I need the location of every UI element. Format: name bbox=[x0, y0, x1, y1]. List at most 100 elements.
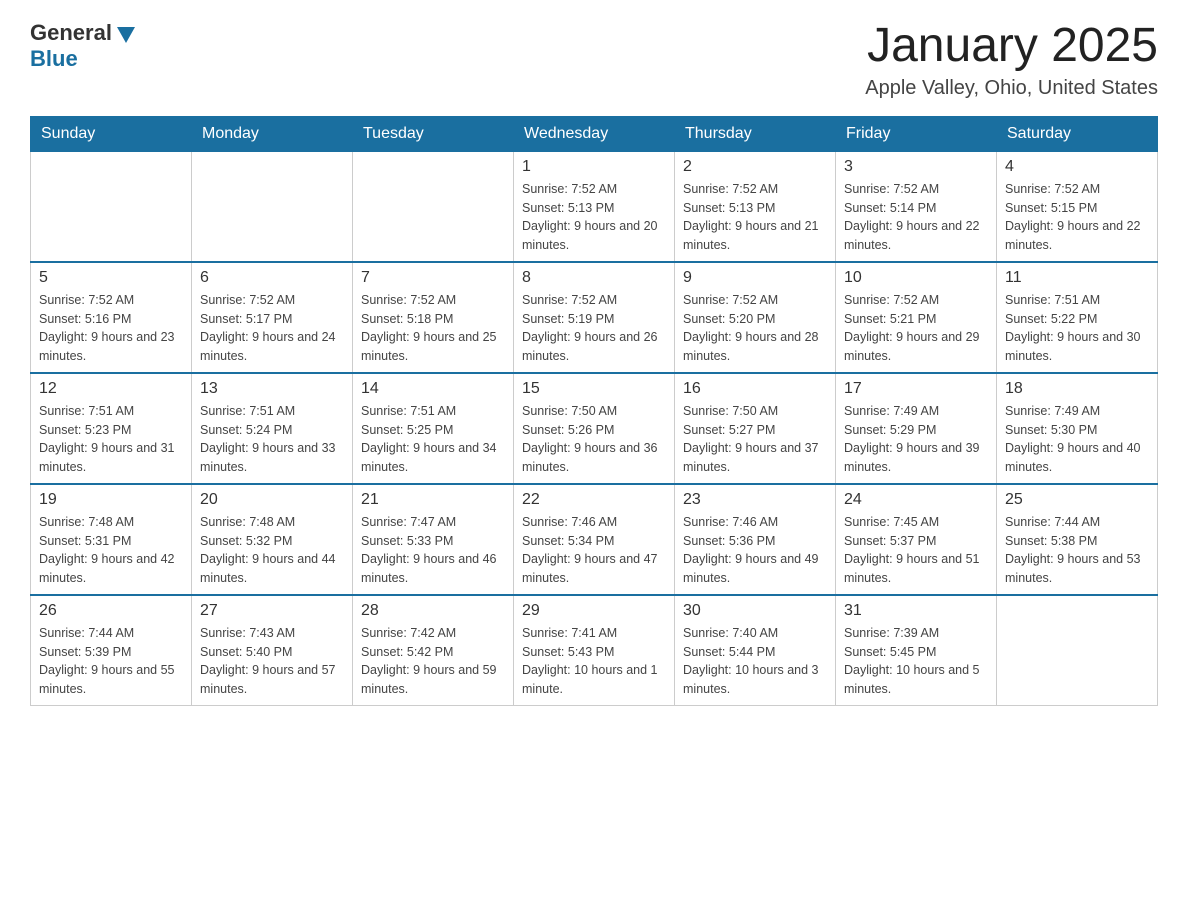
calendar-cell: 29 Sunrise: 7:41 AMSunset: 5:43 PMDayligh… bbox=[514, 595, 675, 706]
calendar-cell: 13 Sunrise: 7:51 AMSunset: 5:24 PMDayligh… bbox=[192, 373, 353, 484]
day-info: Sunrise: 7:48 AMSunset: 5:31 PMDaylight:… bbox=[39, 513, 183, 588]
day-info: Sunrise: 7:52 AMSunset: 5:19 PMDaylight:… bbox=[522, 291, 666, 366]
day-info: Sunrise: 7:49 AMSunset: 5:30 PMDaylight:… bbox=[1005, 402, 1149, 477]
calendar-week-row: 19 Sunrise: 7:48 AMSunset: 5:31 PMDayligh… bbox=[31, 484, 1158, 595]
day-number: 10 bbox=[844, 269, 988, 287]
calendar-cell: 3 Sunrise: 7:52 AMSunset: 5:14 PMDaylight… bbox=[836, 151, 997, 262]
calendar-cell: 8 Sunrise: 7:52 AMSunset: 5:19 PMDaylight… bbox=[514, 262, 675, 373]
calendar-header-saturday: Saturday bbox=[997, 116, 1158, 151]
calendar-week-row: 1 Sunrise: 7:52 AMSunset: 5:13 PMDaylight… bbox=[31, 151, 1158, 262]
day-info: Sunrise: 7:50 AMSunset: 5:27 PMDaylight:… bbox=[683, 402, 827, 477]
logo-general-text: General bbox=[30, 20, 112, 46]
day-info: Sunrise: 7:43 AMSunset: 5:40 PMDaylight:… bbox=[200, 624, 344, 699]
day-number: 31 bbox=[844, 602, 988, 620]
day-info: Sunrise: 7:52 AMSunset: 5:17 PMDaylight:… bbox=[200, 291, 344, 366]
day-number: 4 bbox=[1005, 158, 1149, 176]
calendar-cell bbox=[192, 151, 353, 262]
day-number: 24 bbox=[844, 491, 988, 509]
day-number: 27 bbox=[200, 602, 344, 620]
day-info: Sunrise: 7:48 AMSunset: 5:32 PMDaylight:… bbox=[200, 513, 344, 588]
day-number: 29 bbox=[522, 602, 666, 620]
page-header: General Blue January 2025 Apple Valley, … bbox=[30, 20, 1158, 100]
day-number: 3 bbox=[844, 158, 988, 176]
month-title: January 2025 bbox=[865, 20, 1158, 73]
day-info: Sunrise: 7:51 AMSunset: 5:24 PMDaylight:… bbox=[200, 402, 344, 477]
day-number: 22 bbox=[522, 491, 666, 509]
calendar-header-thursday: Thursday bbox=[675, 116, 836, 151]
calendar-cell: 10 Sunrise: 7:52 AMSunset: 5:21 PMDayligh… bbox=[836, 262, 997, 373]
day-number: 23 bbox=[683, 491, 827, 509]
day-info: Sunrise: 7:44 AMSunset: 5:39 PMDaylight:… bbox=[39, 624, 183, 699]
calendar-cell: 22 Sunrise: 7:46 AMSunset: 5:34 PMDayligh… bbox=[514, 484, 675, 595]
calendar-cell: 30 Sunrise: 7:40 AMSunset: 5:44 PMDayligh… bbox=[675, 595, 836, 706]
day-number: 20 bbox=[200, 491, 344, 509]
calendar-cell: 20 Sunrise: 7:48 AMSunset: 5:32 PMDayligh… bbox=[192, 484, 353, 595]
calendar-cell: 6 Sunrise: 7:52 AMSunset: 5:17 PMDaylight… bbox=[192, 262, 353, 373]
day-number: 6 bbox=[200, 269, 344, 287]
calendar-cell bbox=[31, 151, 192, 262]
day-number: 13 bbox=[200, 380, 344, 398]
calendar-header-friday: Friday bbox=[836, 116, 997, 151]
day-info: Sunrise: 7:41 AMSunset: 5:43 PMDaylight:… bbox=[522, 624, 666, 699]
day-info: Sunrise: 7:50 AMSunset: 5:26 PMDaylight:… bbox=[522, 402, 666, 477]
day-info: Sunrise: 7:42 AMSunset: 5:42 PMDaylight:… bbox=[361, 624, 505, 699]
calendar-table: SundayMondayTuesdayWednesdayThursdayFrid… bbox=[30, 116, 1158, 706]
day-info: Sunrise: 7:40 AMSunset: 5:44 PMDaylight:… bbox=[683, 624, 827, 699]
logo: General Blue bbox=[30, 20, 137, 72]
calendar-cell: 23 Sunrise: 7:46 AMSunset: 5:36 PMDayligh… bbox=[675, 484, 836, 595]
calendar-week-row: 12 Sunrise: 7:51 AMSunset: 5:23 PMDayligh… bbox=[31, 373, 1158, 484]
day-info: Sunrise: 7:52 AMSunset: 5:16 PMDaylight:… bbox=[39, 291, 183, 366]
location-subtitle: Apple Valley, Ohio, United States bbox=[865, 77, 1158, 100]
calendar-header-row: SundayMondayTuesdayWednesdayThursdayFrid… bbox=[31, 116, 1158, 151]
calendar-week-row: 26Sunrise: 7:44 AMSunset: 5:39 PMDayligh… bbox=[31, 595, 1158, 706]
day-number: 9 bbox=[683, 269, 827, 287]
day-number: 14 bbox=[361, 380, 505, 398]
logo-blue-text: Blue bbox=[30, 46, 78, 71]
day-info: Sunrise: 7:51 AMSunset: 5:23 PMDaylight:… bbox=[39, 402, 183, 477]
day-number: 16 bbox=[683, 380, 827, 398]
calendar-header-tuesday: Tuesday bbox=[353, 116, 514, 151]
day-number: 8 bbox=[522, 269, 666, 287]
day-number: 30 bbox=[683, 602, 827, 620]
day-info: Sunrise: 7:52 AMSunset: 5:13 PMDaylight:… bbox=[683, 180, 827, 255]
calendar-cell: 25 Sunrise: 7:44 AMSunset: 5:38 PMDayligh… bbox=[997, 484, 1158, 595]
day-number: 2 bbox=[683, 158, 827, 176]
calendar-cell: 4 Sunrise: 7:52 AMSunset: 5:15 PMDaylight… bbox=[997, 151, 1158, 262]
day-number: 21 bbox=[361, 491, 505, 509]
calendar-cell: 16 Sunrise: 7:50 AMSunset: 5:27 PMDayligh… bbox=[675, 373, 836, 484]
day-info: Sunrise: 7:39 AMSunset: 5:45 PMDaylight:… bbox=[844, 624, 988, 699]
day-info: Sunrise: 7:52 AMSunset: 5:21 PMDaylight:… bbox=[844, 291, 988, 366]
calendar-cell: 26Sunrise: 7:44 AMSunset: 5:39 PMDayligh… bbox=[31, 595, 192, 706]
day-number: 12 bbox=[39, 380, 183, 398]
day-info: Sunrise: 7:52 AMSunset: 5:18 PMDaylight:… bbox=[361, 291, 505, 366]
calendar-cell: 17 Sunrise: 7:49 AMSunset: 5:29 PMDayligh… bbox=[836, 373, 997, 484]
day-info: Sunrise: 7:46 AMSunset: 5:36 PMDaylight:… bbox=[683, 513, 827, 588]
calendar-cell: 15 Sunrise: 7:50 AMSunset: 5:26 PMDayligh… bbox=[514, 373, 675, 484]
calendar-header-monday: Monday bbox=[192, 116, 353, 151]
day-number: 1 bbox=[522, 158, 666, 176]
day-info: Sunrise: 7:44 AMSunset: 5:38 PMDaylight:… bbox=[1005, 513, 1149, 588]
calendar-cell: 1 Sunrise: 7:52 AMSunset: 5:13 PMDaylight… bbox=[514, 151, 675, 262]
calendar-cell: 31 Sunrise: 7:39 AMSunset: 5:45 PMDayligh… bbox=[836, 595, 997, 706]
day-number: 11 bbox=[1005, 269, 1149, 287]
day-info: Sunrise: 7:51 AMSunset: 5:22 PMDaylight:… bbox=[1005, 291, 1149, 366]
day-number: 17 bbox=[844, 380, 988, 398]
calendar-cell: 18Sunrise: 7:49 AMSunset: 5:30 PMDayligh… bbox=[997, 373, 1158, 484]
calendar-cell: 12 Sunrise: 7:51 AMSunset: 5:23 PMDayligh… bbox=[31, 373, 192, 484]
day-number: 19 bbox=[39, 491, 183, 509]
day-info: Sunrise: 7:52 AMSunset: 5:15 PMDaylight:… bbox=[1005, 180, 1149, 255]
day-info: Sunrise: 7:49 AMSunset: 5:29 PMDaylight:… bbox=[844, 402, 988, 477]
day-info: Sunrise: 7:46 AMSunset: 5:34 PMDaylight:… bbox=[522, 513, 666, 588]
day-info: Sunrise: 7:52 AMSunset: 5:14 PMDaylight:… bbox=[844, 180, 988, 255]
day-number: 5 bbox=[39, 269, 183, 287]
day-info: Sunrise: 7:52 AMSunset: 5:13 PMDaylight:… bbox=[522, 180, 666, 255]
calendar-week-row: 5 Sunrise: 7:52 AMSunset: 5:16 PMDaylight… bbox=[31, 262, 1158, 373]
calendar-cell: 19 Sunrise: 7:48 AMSunset: 5:31 PMDayligh… bbox=[31, 484, 192, 595]
day-number: 15 bbox=[522, 380, 666, 398]
calendar-cell: 7Sunrise: 7:52 AMSunset: 5:18 PMDaylight… bbox=[353, 262, 514, 373]
day-info: Sunrise: 7:52 AMSunset: 5:20 PMDaylight:… bbox=[683, 291, 827, 366]
calendar-cell bbox=[997, 595, 1158, 706]
calendar-cell: 11 Sunrise: 7:51 AMSunset: 5:22 PMDayligh… bbox=[997, 262, 1158, 373]
day-number: 25 bbox=[1005, 491, 1149, 509]
calendar-cell: 9 Sunrise: 7:52 AMSunset: 5:20 PMDaylight… bbox=[675, 262, 836, 373]
